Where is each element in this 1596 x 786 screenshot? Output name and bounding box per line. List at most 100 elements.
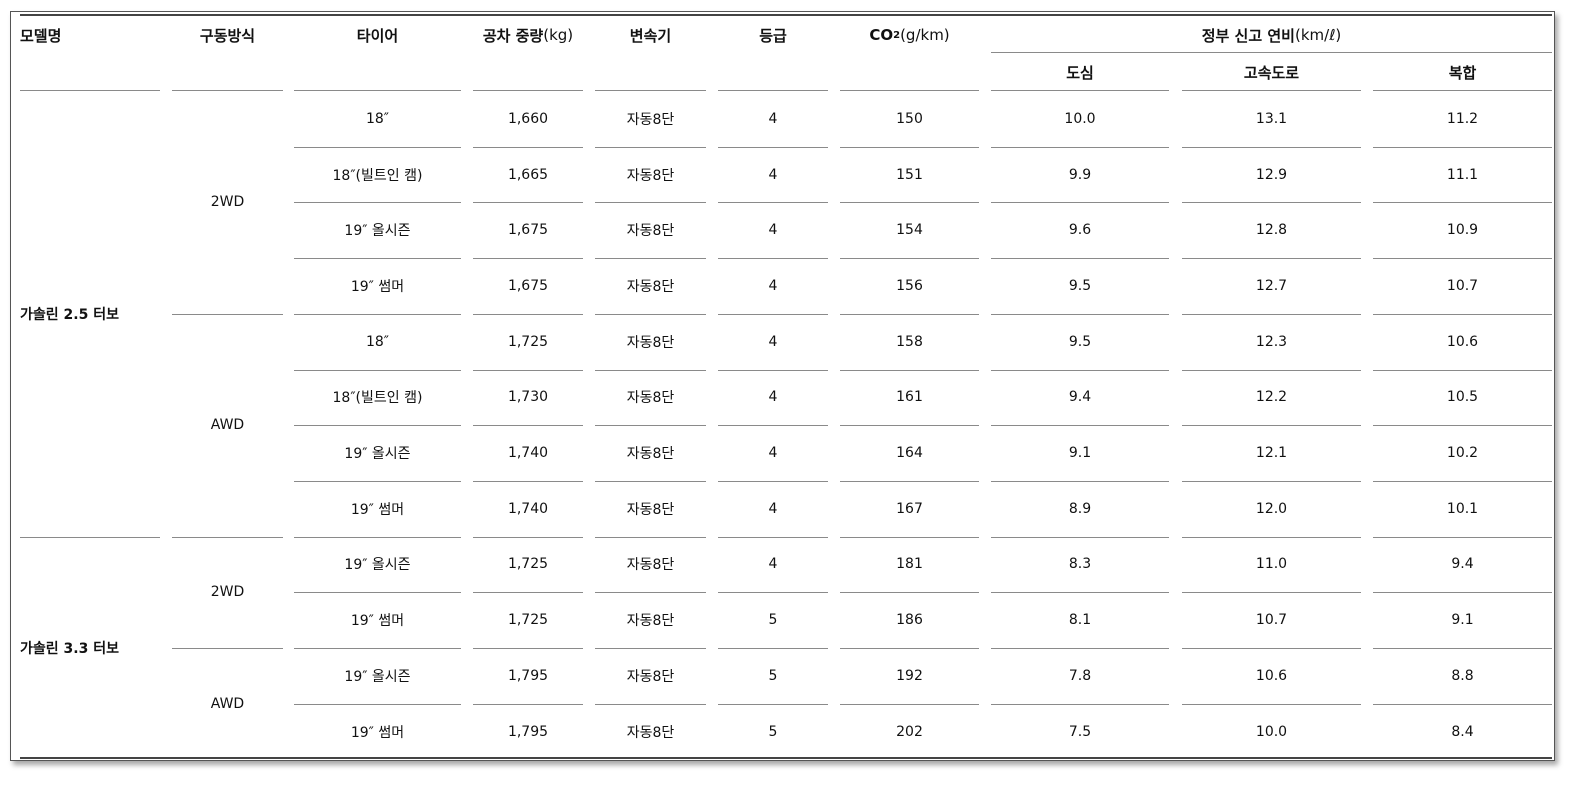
cell-weight: 1,675 xyxy=(507,277,549,294)
drive-method-cell: 2WD xyxy=(210,194,245,211)
cell-weight: 1,725 xyxy=(507,333,549,350)
drive-method-cell: AWD xyxy=(210,417,245,434)
header-city: 도심 xyxy=(1066,63,1094,82)
cell-grade: 4 xyxy=(768,389,778,406)
cell-city: 7.5 xyxy=(1068,723,1092,740)
cell-trans: 자동8단 xyxy=(626,446,675,463)
cell-trans: 자동8단 xyxy=(626,613,675,630)
cell-city: 9.4 xyxy=(1068,389,1092,406)
cell-trans: 자동8단 xyxy=(626,111,675,128)
cell-tire: 18″(빌트인 캠) xyxy=(332,390,423,407)
cell-tire: 19″ 썸머 xyxy=(350,724,405,741)
cell-highway: 11.0 xyxy=(1255,556,1288,573)
cell-grade: 5 xyxy=(768,667,778,684)
header-co2-subscript: 2 xyxy=(893,29,901,41)
cell-highway: 12.3 xyxy=(1255,333,1288,350)
header-weight-label: 공차 중량 xyxy=(482,26,544,45)
cell-grade: 4 xyxy=(768,222,778,239)
cell-weight: 1,660 xyxy=(507,110,549,127)
header-highway: 고속도로 xyxy=(1243,63,1300,82)
header-model: 모델명 xyxy=(20,26,62,45)
cell-city: 8.1 xyxy=(1068,612,1092,629)
cell-grade: 4 xyxy=(768,277,778,294)
cell-combined: 10.1 xyxy=(1446,500,1479,517)
cell-co2: 192 xyxy=(896,667,923,684)
header-combined: 복합 xyxy=(1448,63,1477,82)
header-transmission: 변속기 xyxy=(629,26,672,45)
cell-co2: 164 xyxy=(896,445,923,462)
cell-combined: 8.4 xyxy=(1451,723,1474,740)
cell-grade: 4 xyxy=(768,556,778,573)
cell-trans: 자동8단 xyxy=(626,501,675,518)
cell-trans: 자동8단 xyxy=(626,223,675,240)
cell-trans: 자동8단 xyxy=(626,334,675,351)
header-co2-unit: (g/km) xyxy=(900,26,950,44)
cell-highway: 13.1 xyxy=(1255,110,1288,127)
cell-highway: 12.0 xyxy=(1255,500,1288,517)
cell-co2: 156 xyxy=(896,277,923,294)
cell-tire: 19″ 올시즌 xyxy=(344,668,411,685)
cell-trans: 자동8단 xyxy=(626,557,675,574)
cell-weight: 1,730 xyxy=(507,389,549,406)
cell-co2: 154 xyxy=(896,222,923,239)
cell-trans: 자동8단 xyxy=(626,278,675,295)
cell-weight: 1,725 xyxy=(507,612,549,629)
header-tire: 타이어 xyxy=(356,26,399,45)
cell-city: 9.5 xyxy=(1068,277,1092,294)
cell-grade: 4 xyxy=(768,166,778,183)
cell-city: 9.9 xyxy=(1068,166,1092,183)
cell-highway: 12.7 xyxy=(1255,277,1288,294)
cell-combined: 10.7 xyxy=(1446,277,1479,294)
cell-tire: 18″ xyxy=(365,333,390,350)
cell-weight: 1,725 xyxy=(507,556,549,573)
cell-co2: 161 xyxy=(896,389,923,406)
cell-city: 8.3 xyxy=(1068,556,1092,573)
cell-city: 10.0 xyxy=(1064,110,1096,127)
drive-method-cell: 2WD xyxy=(210,584,245,601)
cell-co2: 181 xyxy=(896,556,923,573)
cell-tire: 18″ xyxy=(365,110,390,127)
header-fuel-economy: 정부 신고 연비 (km/ℓ) xyxy=(991,22,1552,48)
cell-grade: 4 xyxy=(768,445,778,462)
row-divider xyxy=(20,14,1552,16)
cell-trans: 자동8단 xyxy=(626,390,675,407)
header-co2: CO 2 (g/km) xyxy=(840,22,979,48)
cell-highway: 10.0 xyxy=(1255,723,1288,740)
cell-grade: 5 xyxy=(768,723,778,740)
cell-co2: 150 xyxy=(896,110,923,127)
cell-tire: 18″(빌트인 캠) xyxy=(332,167,423,184)
cell-city: 8.9 xyxy=(1068,500,1092,517)
cell-city: 9.6 xyxy=(1068,222,1092,239)
cell-combined: 10.5 xyxy=(1446,389,1479,406)
cell-combined: 9.4 xyxy=(1451,556,1474,573)
cell-grade: 4 xyxy=(768,500,778,517)
cell-combined: 11.1 xyxy=(1446,166,1479,183)
cell-tire: 19″ 올시즌 xyxy=(344,557,411,574)
header-drive: 구동방식 xyxy=(199,26,256,45)
cell-co2: 158 xyxy=(896,333,923,350)
cell-tire: 19″ 올시즌 xyxy=(344,446,411,463)
cell-highway: 10.7 xyxy=(1255,612,1288,629)
cell-combined: 10.2 xyxy=(1446,445,1479,462)
cell-weight: 1,675 xyxy=(507,222,549,239)
header-weight: 공차 중량 (kg) xyxy=(473,22,583,48)
cell-co2: 202 xyxy=(896,723,923,740)
cell-trans: 자동8단 xyxy=(626,724,675,741)
cell-weight: 1,795 xyxy=(507,723,549,740)
model-name-cell: 가솔린 3.3 터보 xyxy=(20,640,119,657)
header-weight-unit: (kg) xyxy=(543,26,574,44)
cell-tire: 19″ 썸머 xyxy=(350,613,405,630)
cell-trans: 자동8단 xyxy=(626,668,675,685)
cell-combined: 10.9 xyxy=(1446,222,1479,239)
cell-city: 7.8 xyxy=(1068,667,1092,684)
header-co2-label: CO xyxy=(869,26,894,44)
cell-combined: 9.1 xyxy=(1451,612,1474,629)
cell-tire: 19″ 올시즌 xyxy=(344,223,411,240)
cell-co2: 167 xyxy=(896,500,923,517)
cell-highway: 12.1 xyxy=(1255,445,1288,462)
cell-highway: 10.6 xyxy=(1255,667,1288,684)
cell-grade: 5 xyxy=(768,612,778,629)
header-fuel-label: 정부 신고 연비 xyxy=(1201,26,1295,45)
cell-highway: 12.2 xyxy=(1255,389,1288,406)
cell-weight: 1,795 xyxy=(507,667,549,684)
